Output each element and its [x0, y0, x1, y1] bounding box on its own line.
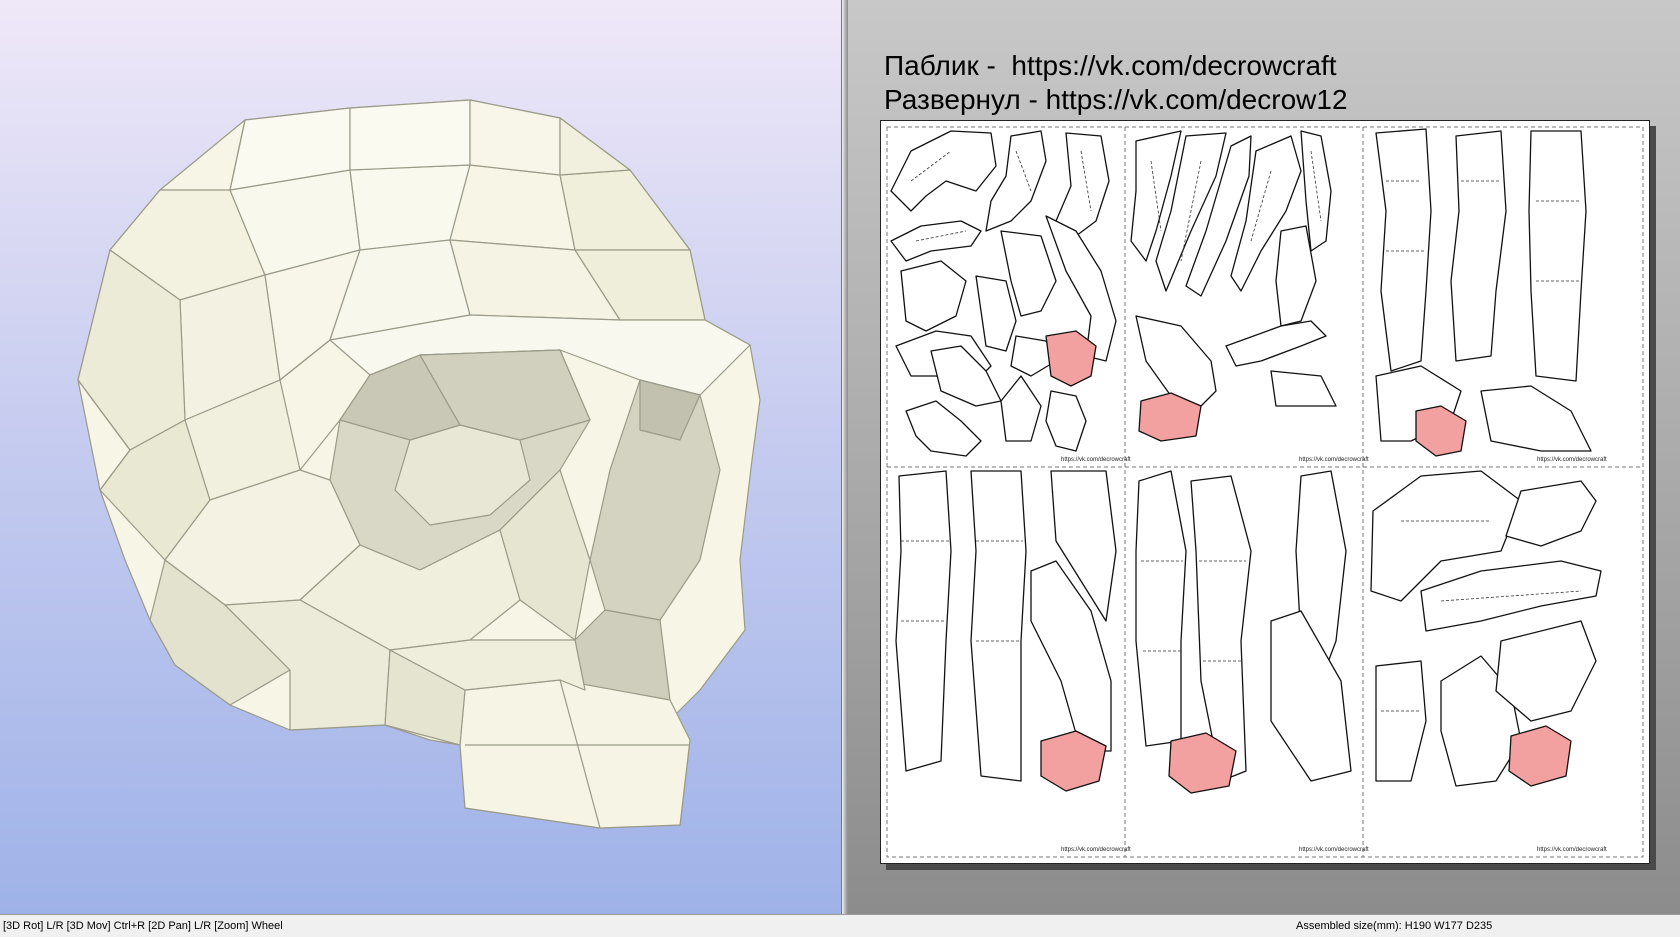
skull-model[interactable]: [0, 0, 841, 914]
page-footer-4: https://vk.com/decrowcraft: [1061, 847, 1131, 853]
page-footer-2: https://vk.com/decrowcraft: [1299, 457, 1369, 463]
page-footer-6: https://vk.com/decrowcraft: [1537, 847, 1607, 853]
page-footer-3: https://vk.com/decrowcraft: [1537, 457, 1607, 463]
status-controls-hint: [3D Rot] L/R [3D Mov] Ctrl+R [2D Pan] L/…: [3, 920, 283, 932]
status-bar: [3D Rot] L/R [3D Mov] Ctrl+R [2D Pan] L/…: [0, 914, 1680, 937]
public-link-text: Паблик - https://vk.com/decrowcraft: [884, 50, 1337, 81]
page-footer-5: https://vk.com/decrowcraft: [1299, 847, 1369, 853]
assembled-size-readout: Assembled size(mm): H190 W177 D235: [1296, 920, 1493, 932]
3d-view-pane[interactable]: [0, 0, 841, 914]
page-footer-1: https://vk.com/decrowcraft: [1061, 457, 1131, 463]
unfold-pattern: https://vk.com/decrowcraft https://vk.co…: [886, 126, 1644, 858]
pane-splitter[interactable]: [841, 0, 848, 914]
paper-sheet[interactable]: https://vk.com/decrowcraft https://vk.co…: [880, 120, 1650, 864]
2d-view-pane[interactable]: Паблик - https://vk.com/decrowcraft Разв…: [848, 0, 1680, 914]
unfolder-link-text: Развернул - https://vk.com/decrow12: [884, 84, 1348, 115]
